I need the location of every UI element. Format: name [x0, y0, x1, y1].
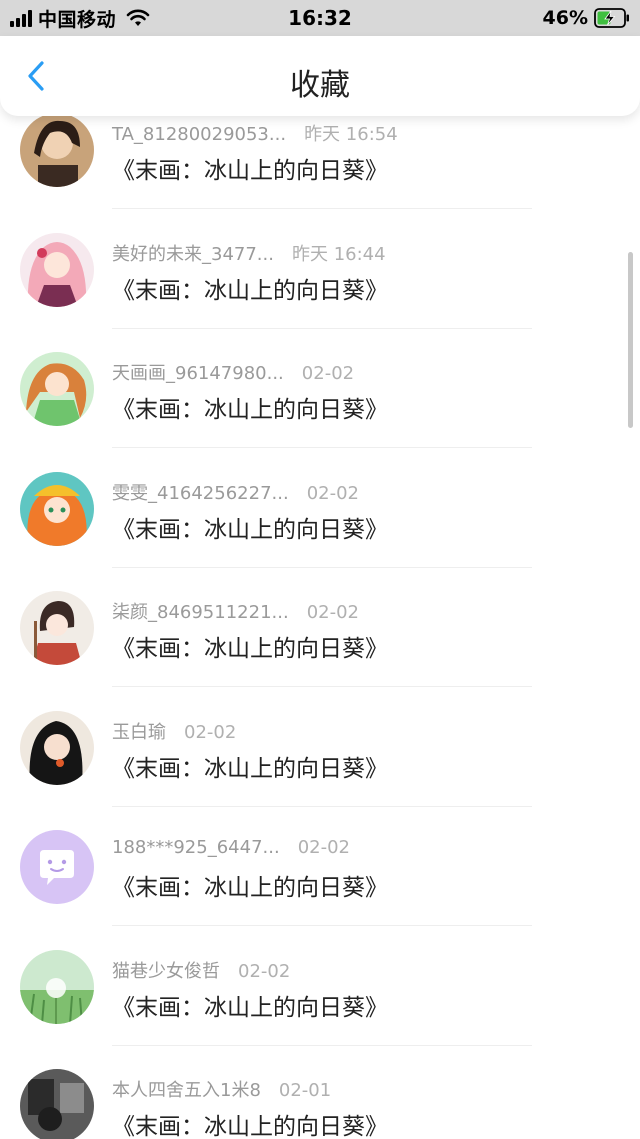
work-title: 《末画：冰山上的向日葵》: [112, 158, 388, 184]
timestamp: 02-02: [301, 363, 355, 384]
avatar-image: [20, 113, 94, 187]
status-left: 中国移动: [10, 5, 150, 32]
item-meta: 本人四舍五入1米8 02-01: [112, 1076, 331, 1102]
username: 猫巷少女俊哲: [112, 960, 220, 982]
work-title: 《末画：冰山上的向日葵》: [112, 516, 388, 543]
timestamp: 02-02: [238, 960, 291, 982]
wifi-icon: [126, 9, 150, 26]
timestamp: 昨天 16:54: [304, 124, 398, 145]
battery-percent: 46%: [542, 7, 588, 29]
item-meta: 188***925_6447... 02-02: [112, 837, 350, 858]
default-avatar-icon: [20, 830, 94, 904]
list-item[interactable]: 柒颜_8469511221... 02-02 《末画：冰山上的向日葵》: [0, 568, 640, 688]
avatar-image: [20, 591, 94, 665]
list-item[interactable]: 猫巷少女俊哲 02-02 《末画：冰山上的向日葵》: [0, 927, 640, 1047]
username: 玉白瑜: [112, 721, 166, 743]
battery-charging-icon: [594, 8, 629, 28]
item-meta: TA_81280029053... 昨天 16:54: [112, 120, 398, 146]
username: TA_81280029053...: [112, 124, 287, 145]
list-item[interactable]: 雯雯_4164256227... 02-02 《末画：冰山上的向日葵》: [0, 449, 640, 569]
avatar-image: [20, 352, 94, 426]
work-title: 《末画：冰山上的向日葵》: [112, 875, 388, 901]
item-meta: 雯雯_4164256227... 02-02: [112, 479, 359, 505]
list-item[interactable]: 天画画_96147980... 02-02 《末画：冰山上的向日葵》: [0, 329, 640, 449]
work-title: 《末画：冰山上的向日葵》: [112, 994, 388, 1021]
timestamp: 02-02: [297, 837, 350, 858]
work-title: 《末画：冰山上的向日葵》: [112, 397, 388, 423]
list-item[interactable]: 美好的未来_3477... 昨天 16:44 《末画：冰山上的向日葵》: [0, 210, 640, 330]
work-title: 《末画：冰山上的向日葵》: [112, 1114, 388, 1139]
item-meta: 柒颜_8469511221... 02-02: [112, 598, 359, 624]
signal-icon: [10, 9, 32, 27]
timestamp: 02-01: [278, 1080, 332, 1101]
avatar-image: [20, 471, 94, 546]
work-title: 《末画：冰山上的向日葵》: [112, 277, 388, 304]
avatar-image: [20, 1069, 94, 1139]
timestamp: 02-02: [306, 482, 359, 504]
username: 雯雯_4164256227...: [112, 482, 289, 504]
item-meta: 猫巷少女俊哲 02-02: [112, 957, 290, 983]
username: 美好的未来_3477...: [112, 243, 274, 265]
avatar[interactable]: [20, 113, 94, 187]
favorites-list: TA_81280029053... 昨天 16:54 《末画：冰山上的向日葵》 美…: [0, 90, 640, 1139]
avatar-image: [20, 949, 94, 1024]
avatar[interactable]: [20, 352, 94, 426]
avatar[interactable]: [20, 830, 94, 904]
timestamp: 02-02: [184, 721, 237, 743]
avatar[interactable]: [20, 232, 94, 307]
username: 天画画_96147980...: [112, 363, 284, 384]
list-item[interactable]: 本人四舍五入1米8 02-01 《末画：冰山上的向日葵》: [0, 1046, 640, 1139]
item-meta: 天画画_96147980... 02-02: [112, 359, 354, 385]
work-title: 《末画：冰山上的向日葵》: [112, 755, 388, 782]
status-right: 46%: [543, 7, 630, 29]
username: 柒颜_8469511221...: [112, 602, 289, 623]
item-meta: 玉白瑜 02-02: [112, 718, 236, 744]
username: 188***925_6447...: [112, 837, 280, 858]
timestamp: 02-02: [306, 602, 359, 623]
avatar[interactable]: [20, 591, 94, 665]
avatar[interactable]: [20, 949, 94, 1024]
avatar-image: [20, 710, 94, 785]
timestamp: 昨天 16:44: [291, 243, 386, 265]
work-title: 《末画：冰山上的向日葵》: [112, 636, 388, 662]
nav-header: 收藏: [0, 36, 640, 116]
carrier-name: 中国移动: [38, 8, 117, 31]
username: 本人四舍五入1米8: [112, 1080, 261, 1101]
avatar[interactable]: [20, 710, 94, 785]
status-bar: 中国移动 16:32 46%: [0, 0, 640, 36]
scrollbar[interactable]: [628, 252, 633, 428]
page-title: 收藏: [290, 68, 350, 103]
list-item[interactable]: 玉白瑜 02-02 《末画：冰山上的向日葵》: [0, 688, 640, 808]
item-meta: 美好的未来_3477... 昨天 16:44: [112, 240, 386, 266]
avatar[interactable]: [20, 471, 94, 546]
list-item[interactable]: 188***925_6447... 02-02 《末画：冰山上的向日葵》: [0, 807, 640, 927]
avatar-image: [20, 232, 94, 307]
avatar[interactable]: [20, 1069, 94, 1139]
